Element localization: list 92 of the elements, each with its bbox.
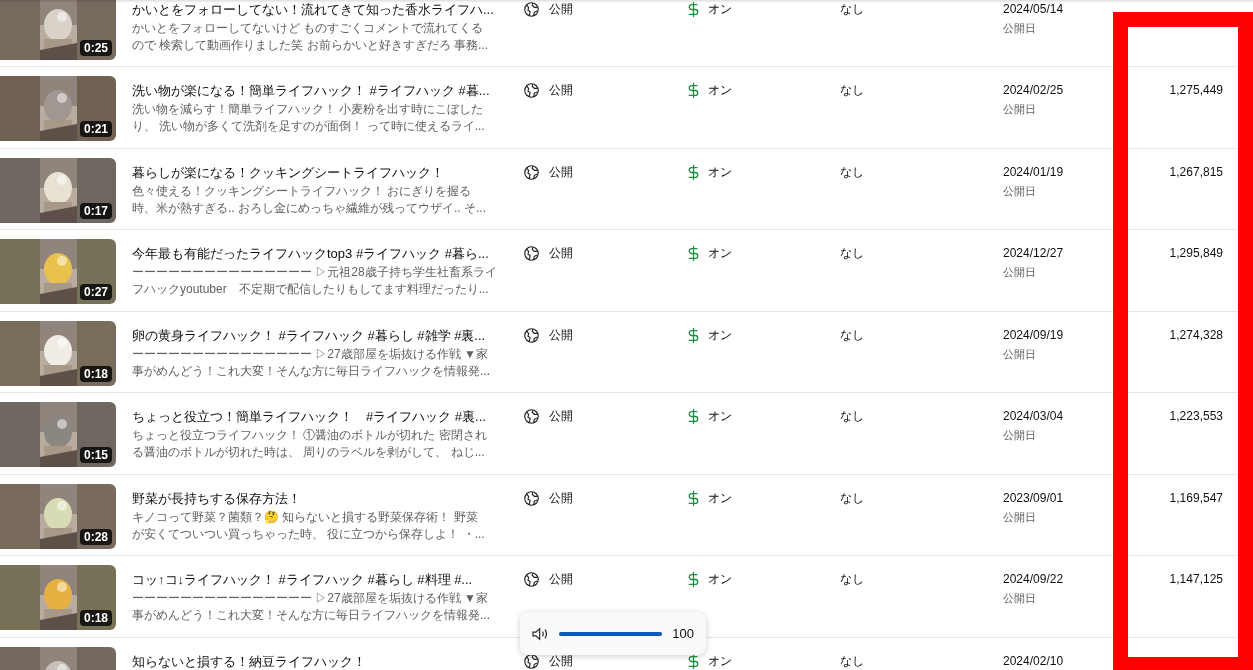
- monetization-label: オン: [708, 82, 732, 99]
- monetization-label: オン: [708, 489, 732, 507]
- video-title[interactable]: 暮らしが楽になる！クッキングシートライフハック！: [132, 162, 444, 183]
- visibility-label: 公開: [549, 652, 573, 670]
- video-description: 時、米が熱すぎる.. おろし金にめっちゃ繊維が残ってウザイ.. そ...: [132, 199, 486, 217]
- video-description: が安くてついつい買っちゃった時、 役に立つから保存しよ！ ・...: [132, 525, 485, 543]
- view-count: 1,295,849: [1169, 245, 1223, 262]
- restrictions-label: なし: [840, 245, 864, 262]
- restrictions-label: なし: [840, 163, 864, 181]
- video-title[interactable]: ちょっと役立つ！簡単ライフハック！ #ライフハック #裏...: [132, 407, 486, 427]
- restrictions-label: なし: [840, 82, 864, 99]
- visibility-label: 公開: [549, 326, 573, 344]
- view-count: 1,275,449: [1169, 82, 1223, 99]
- view-count: 1,274,328: [1169, 326, 1223, 344]
- date-label: 公開日: [1003, 346, 1036, 362]
- publish-date: 2024/02/25: [1003, 82, 1064, 99]
- monetization-label: オン: [708, 571, 732, 588]
- monetization-label: オン: [708, 0, 732, 18]
- restrictions-label: なし: [840, 408, 864, 425]
- publish-date: 2024/09/19: [1003, 326, 1064, 344]
- video-description: る醤油のボトルが切れた時は、 周りのラベルを剥がして、 ねじ...: [132, 444, 485, 461]
- video-description: ーーーーーーーーーーーーーーー ▷元祖28歳子持ち学生社畜系ライ: [132, 264, 497, 281]
- visibility-label: 公開: [549, 408, 573, 425]
- video-description: 洗い物を減らす！簡単ライフハック！ 小麦粉を出す時にこぼした: [132, 101, 484, 118]
- date-label: 公開日: [1003, 102, 1036, 117]
- monetization-label: オン: [708, 163, 732, 181]
- restrictions-label: なし: [840, 0, 864, 18]
- video-title[interactable]: 今年最も有能だったライフハックtop3 #ライフハック #暮ら...: [132, 244, 489, 264]
- video-title[interactable]: コッ↑コ↓ライフハック！ #ライフハック #暮らし #料理 #...: [132, 570, 473, 590]
- monetization-label: オン: [708, 652, 732, 670]
- volume-reading: 100: [672, 624, 694, 643]
- view-count: 1,169,547: [1169, 489, 1223, 507]
- video-title[interactable]: 卵の黄身ライフハック！ #ライフハック #暮らし #雑学 #裏...: [132, 325, 486, 346]
- restrictions-label: なし: [840, 489, 864, 507]
- video-description: 事がめんどう！これ大変！そんな方に毎日ライフハックを情報発...: [132, 362, 490, 380]
- publish-date: 2024/05/14: [1003, 0, 1064, 18]
- publish-date: 2024/12/27: [1003, 245, 1064, 262]
- publish-date: 2024/02/10: [1003, 652, 1064, 670]
- publish-date: 2023/09/01: [1003, 489, 1064, 507]
- visibility-label: 公開: [549, 0, 573, 18]
- publish-date: 2024/01/19: [1003, 163, 1064, 181]
- duration-badge: 0:27: [79, 284, 112, 300]
- video-description: かいとをフォローしてないけど ものすごくコメントで流れてくる: [132, 19, 484, 37]
- globe-icon: [523, 326, 540, 344]
- visibility-label: 公開: [549, 163, 573, 181]
- globe-icon: [523, 652, 540, 670]
- globe-icon: [523, 0, 540, 18]
- visibility-label: 公開: [549, 82, 573, 99]
- restrictions-label: なし: [840, 326, 864, 344]
- video-title[interactable]: 知らないと損する！納豆ライフハック！: [132, 651, 366, 670]
- globe-icon: [523, 245, 540, 262]
- visibility-label: 公開: [549, 245, 573, 262]
- date-label: 公開日: [1003, 509, 1036, 525]
- speaker-icon[interactable]: [532, 626, 550, 641]
- video-title[interactable]: 野菜が長持ちする保存方法！: [132, 488, 301, 509]
- duration-badge: 0:21: [79, 121, 112, 137]
- globe-icon: [523, 82, 540, 99]
- video-description: り、 洗い物が多くて洗剤を足すのが面倒！ って時に使えるライ...: [132, 118, 485, 135]
- monetization-label: オン: [708, 326, 732, 344]
- globe-icon: [523, 163, 540, 181]
- globe-icon: [523, 408, 540, 425]
- duration-badge: 0:18: [79, 610, 112, 626]
- monetization-label: オン: [708, 408, 732, 425]
- date-label: 公開日: [1003, 183, 1036, 199]
- restrictions-label: なし: [840, 652, 864, 670]
- duration-badge: 0:15: [79, 447, 112, 463]
- video-description: ので 検索して動画作りました笑 お前らかいと好きすぎだろ 事務...: [132, 36, 488, 54]
- video-title[interactable]: 洗い物が楽になる！簡単ライフハック！ #ライフハック #暮...: [132, 81, 490, 101]
- date-label: 公開日: [1003, 265, 1036, 280]
- view-count: 1,223,553: [1169, 408, 1223, 425]
- video-title[interactable]: かいとをフォローしてない！流れてきて知った香水ライフハ...: [132, 0, 494, 20]
- video-description: フハックyoutuber 不定期で配信したりもしてます料理だったり...: [132, 281, 489, 298]
- view-count: 1,267,815: [1169, 163, 1223, 181]
- publish-date: 2024/03/04: [1003, 408, 1064, 425]
- video-description: ーーーーーーーーーーーーーーー ▷27歳部屋を垢抜ける作戦 ▼家: [132, 345, 488, 363]
- date-label: 公開日: [1003, 591, 1036, 606]
- visibility-label: 公開: [549, 571, 573, 588]
- video-description: キノコって野菜？菌類？🤔 知らないと損する野菜保存術！ 野菜: [132, 508, 478, 526]
- globe-icon: [523, 489, 540, 507]
- video-description: ちょっと役立つライフハック！ ①醤油のボトルが切れた 密閉され: [132, 427, 487, 444]
- video-description: 事がめんどう！これ大変！そんな方に毎日ライフハックを情報発...: [132, 607, 490, 624]
- visibility-label: 公開: [549, 489, 573, 507]
- publish-date: 2024/09/22: [1003, 571, 1064, 588]
- volume-slider[interactable]: [559, 631, 663, 636]
- view-count: 1,147,125: [1169, 571, 1223, 588]
- restrictions-label: なし: [840, 571, 864, 588]
- monetization-label: オン: [708, 245, 732, 262]
- date-label: 公開日: [1003, 428, 1036, 443]
- globe-icon: [523, 571, 540, 588]
- date-label: 公開日: [1003, 20, 1036, 36]
- video-description: ーーーーーーーーーーーーーーー ▷27歳部屋を垢抜ける作戦 ▼家: [132, 590, 488, 607]
- video-description: 色々使える！クッキングシートライフハック！ おにぎりを握る: [132, 182, 472, 200]
